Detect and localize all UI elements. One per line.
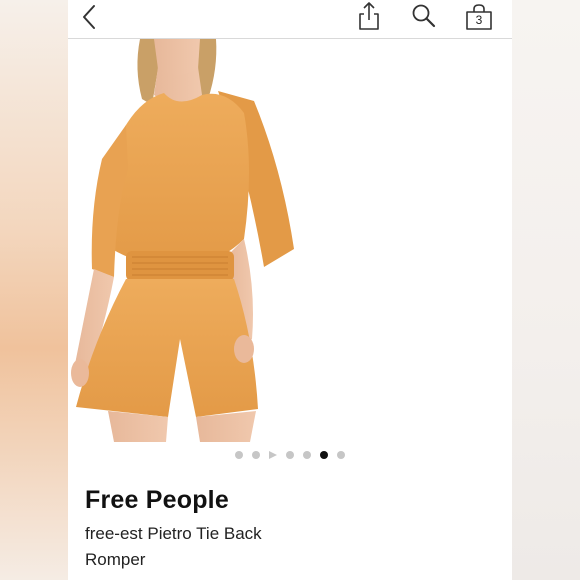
- carousel-dot[interactable]: [286, 451, 294, 459]
- product-title: free-est Pietro Tie Back Romper: [85, 524, 262, 569]
- background-right-blur: [512, 0, 580, 580]
- shopping-bag-button[interactable]: 3: [464, 2, 494, 32]
- carousel-dot[interactable]: [235, 451, 243, 459]
- share-icon: [359, 2, 379, 30]
- back-button[interactable]: [76, 2, 102, 32]
- carousel-dot-active[interactable]: [320, 451, 328, 459]
- brand-name[interactable]: Free People: [85, 486, 229, 515]
- background-left-blur: [0, 0, 68, 580]
- romper-photo: [71, 39, 294, 442]
- app-screen: 3 Free People free-est Pietro Tie Back R…: [68, 0, 512, 580]
- image-carousel-indicator[interactable]: [68, 449, 512, 461]
- search-icon: [412, 4, 436, 28]
- carousel-dot[interactable]: [303, 451, 311, 459]
- search-button[interactable]: [410, 2, 438, 30]
- carousel-dot[interactable]: [252, 451, 260, 459]
- back-chevron-icon: [83, 5, 95, 29]
- carousel-dot[interactable]: [337, 451, 345, 459]
- video-play-icon[interactable]: [269, 451, 277, 459]
- top-nav-bar: 3: [68, 0, 512, 39]
- product-image[interactable]: [68, 39, 512, 442]
- share-button[interactable]: [356, 0, 382, 32]
- bag-count-badge: 3: [475, 13, 483, 27]
